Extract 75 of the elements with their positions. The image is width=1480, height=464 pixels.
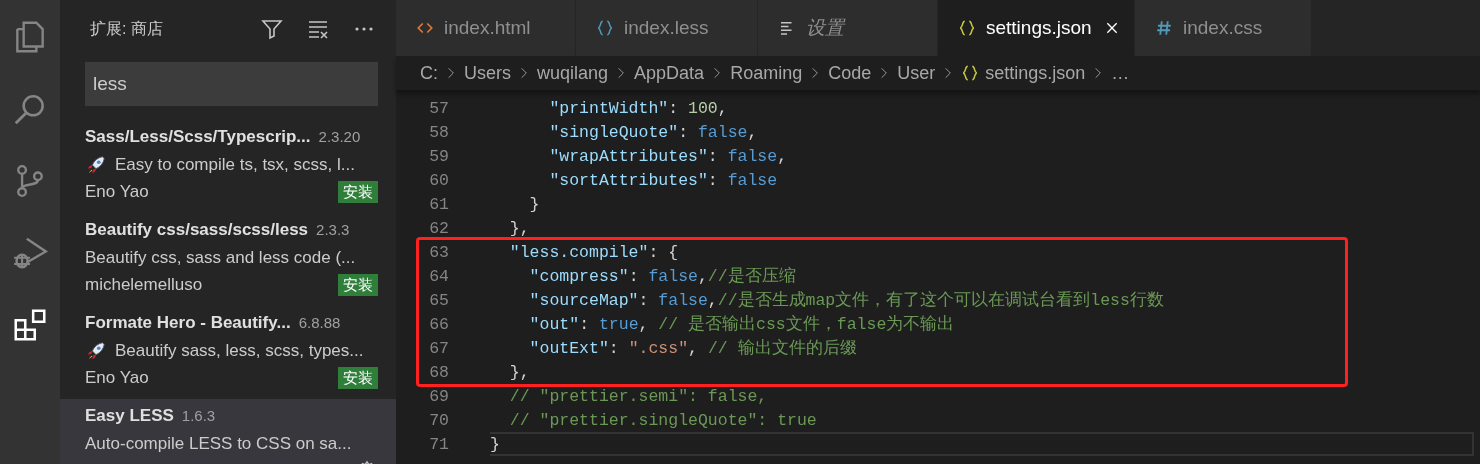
line-number: 65	[428, 290, 449, 310]
breadcrumb-item[interactable]: C:	[420, 62, 438, 84]
breadcrumb-item[interactable]: settings.json	[985, 62, 1086, 84]
code-line: "less.compile": {	[508, 241, 680, 264]
editor-tab[interactable]: settings.json	[938, 0, 1135, 56]
extension-description: Beautify sass, less, scss, types...	[115, 340, 364, 361]
line-number: 62	[428, 218, 449, 238]
version-label: 6.8.88	[298, 314, 341, 332]
version-label: 2.3.20	[318, 128, 361, 146]
editor-tab[interactable]: index.less	[576, 0, 758, 56]
code-line: },	[508, 217, 531, 240]
version-label: 2.3.3	[316, 221, 350, 239]
close-icon[interactable]	[1104, 20, 1120, 36]
panel-title: 扩展: 商店	[90, 18, 163, 39]
breadcrumb-item[interactable]: wuqilang	[537, 62, 609, 84]
braces-icon	[596, 19, 614, 37]
publisher-name: Eno Yao	[85, 182, 149, 203]
line-number: 61	[428, 194, 449, 214]
line-number: 67	[428, 338, 449, 358]
breadcrumb-item[interactable]: Users	[464, 62, 511, 84]
search-field[interactable]: less	[85, 62, 378, 106]
publisher-name: Eno Yao	[85, 368, 149, 389]
line-number: 60	[428, 170, 449, 190]
code-line: "printWidth": 100,	[548, 97, 729, 120]
braces-icon	[961, 64, 980, 82]
extension-description: Easy to compile ts, tsx, scss, l...	[115, 154, 355, 175]
install-button[interactable]: 安装	[338, 181, 378, 204]
code-line: "out": true, // 是否输出css文件，false为不输出	[528, 313, 956, 336]
editor-tab[interactable]: index.html	[396, 0, 576, 56]
extension-name: Easy LESS	[85, 405, 174, 426]
line-number: 66	[428, 314, 449, 334]
editor-tab[interactable]: 设置	[758, 0, 938, 56]
extension-name: Beautify css/sass/scss/less	[85, 219, 309, 240]
extension-item[interactable]: Beautify css/sass/scss/less 2.3.3 Beautify css, sass and less code (... michelemelluso 安装	[60, 213, 396, 306]
code-line: "compress": false,//是否压缩	[528, 265, 797, 288]
hash-icon	[1155, 19, 1173, 37]
line-number: 57	[428, 98, 449, 118]
code-line: "outExt": ".css", // 输出文件的后缀	[528, 337, 858, 360]
code-line: },	[508, 361, 531, 384]
code-line: "sortAttributes": false	[548, 169, 779, 192]
line-number: 70	[428, 410, 449, 430]
extension-description: Beautify css, sass and less code (...	[85, 247, 356, 268]
code-line: "wrapAttributes": false,	[548, 145, 789, 168]
line-number: 63	[428, 242, 449, 262]
code-line: // "prettier.singleQuote": true	[508, 409, 818, 432]
breadcrumb-item[interactable]: Roaming	[730, 62, 803, 84]
editor-tab[interactable]: index.css	[1135, 0, 1312, 56]
braces-icon	[958, 19, 976, 37]
breadcrumb-item[interactable]: User	[897, 62, 936, 84]
line-number: 64	[428, 266, 449, 286]
line-number: 69	[428, 386, 449, 406]
extension-description: Auto-compile LESS to CSS on sa...	[85, 433, 352, 454]
filter-icon[interactable]	[260, 17, 284, 41]
publisher-name: michelemelluso	[85, 275, 203, 296]
extension-name: Sass/Less/Scss/Typescrip...	[85, 126, 311, 147]
line-number: 59	[428, 146, 449, 166]
extension-item[interactable]: Easy LESS 1.6.3 Auto-compile LESS to CSS on sa...	[60, 399, 396, 464]
breadcrumb-item[interactable]: Code	[828, 62, 872, 84]
code-line: }	[528, 193, 541, 216]
extension-item[interactable]: Sass/Less/Scss/Typescrip... 2.3.20 Easy to compile ts, tsx, scss, l... Eno Yao 安装	[60, 120, 396, 213]
breadcrumb-item[interactable]: …	[1111, 62, 1130, 84]
extension-item[interactable]: Formate Hero - Beautify... 6.8.88 Beautify sass, less, scss, types... Eno Yao 安装	[60, 306, 396, 399]
code-line: "sourceMap": false,//是否生成map文件，有了这个可以在调试台看到less行数	[528, 289, 1165, 312]
code-line: "singleQuote": false,	[548, 121, 759, 144]
line-number: 71	[428, 434, 449, 454]
code-line: }	[490, 432, 1474, 456]
line-number: 68	[428, 362, 449, 382]
code-line: // "prettier.semi": false,	[508, 385, 769, 408]
install-button[interactable]: 安装	[338, 367, 378, 390]
line-number: 58	[428, 122, 449, 142]
version-label: 1.6.3	[181, 407, 216, 425]
breadcrumb-item[interactable]: AppData	[634, 62, 705, 84]
install-button[interactable]: 安装	[338, 274, 378, 297]
extensions-icon[interactable]	[11, 306, 49, 344]
extension-name: Formate Hero - Beautify...	[85, 312, 291, 333]
